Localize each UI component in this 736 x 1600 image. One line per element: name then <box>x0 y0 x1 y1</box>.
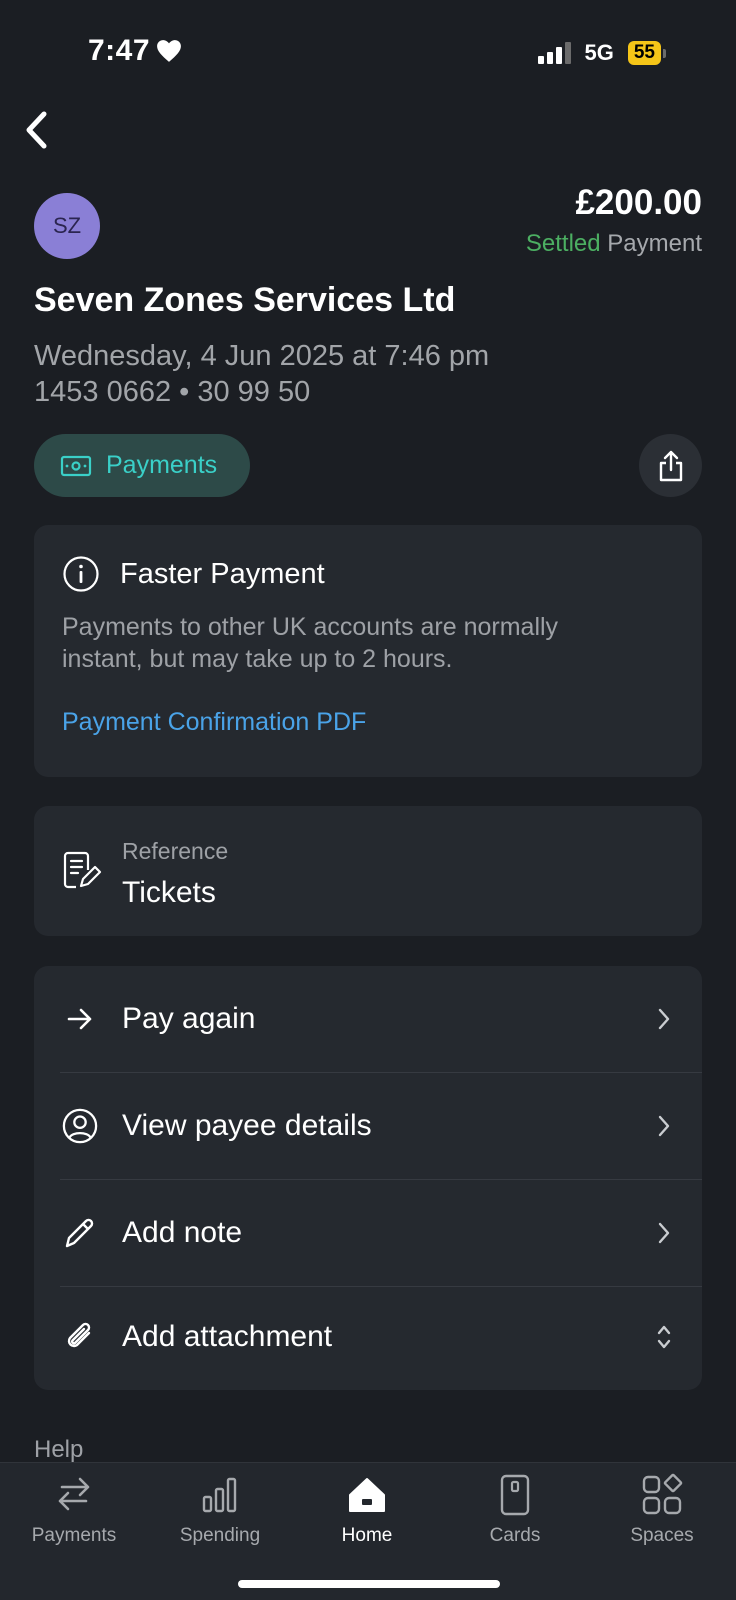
add-attachment-label: Add attachment <box>122 1320 333 1353</box>
share-icon <box>659 450 682 481</box>
category-chip[interactable]: Payments <box>34 434 250 497</box>
transaction-datetime: Wednesday, 4 Jun 2025 at 7:46 pm <box>34 340 490 372</box>
account-number: 1453 0662 • 30 99 50 <box>34 376 311 408</box>
status-indicators: 5G 55 <box>537 40 666 66</box>
tab-spaces-label: Spaces <box>630 1525 694 1546</box>
help-heading: Help <box>34 1436 84 1463</box>
merchant-name: Seven Zones Services Ltd <box>34 281 456 319</box>
tab-cards-label: Cards <box>489 1525 541 1546</box>
faster-payment-header: Faster Payment <box>62 555 325 593</box>
add-note-label: Add note <box>122 1216 243 1249</box>
view-payee-details-row[interactable]: View payee details <box>34 1073 702 1179</box>
actions-card: Pay again View payee details Add note Ad… <box>34 966 702 1390</box>
tab-spending[interactable]: Spending <box>150 1473 290 1547</box>
reference-card[interactable]: Reference Tickets <box>34 806 702 936</box>
chevron-up-down-icon <box>657 1325 671 1349</box>
battery-level: 55 <box>627 41 661 65</box>
payment-confirmation-link[interactable]: Payment Confirmation PDF <box>62 708 366 737</box>
note-edit-icon <box>63 851 102 889</box>
heart-icon <box>157 40 181 62</box>
transaction-status: Settled Payment <box>526 230 702 258</box>
info-icon <box>63 556 99 592</box>
arrow-right-icon <box>67 1008 92 1030</box>
reference-label: Reference <box>122 838 229 864</box>
faster-payment-description: Payments to other UK accounts are normal… <box>62 613 559 673</box>
paperclip-icon <box>67 1322 91 1348</box>
pay-again-row[interactable]: Pay again <box>34 966 702 1072</box>
tab-payments-label: Payments <box>31 1525 117 1546</box>
chevron-right-icon <box>658 1115 670 1137</box>
time-text: 7:47 <box>88 34 151 67</box>
status-time: 7:47 <box>88 34 182 68</box>
tab-home-label: Home <box>341 1525 393 1546</box>
back-button[interactable] <box>20 108 52 152</box>
settled-label: Settled <box>525 230 601 257</box>
home-indicator <box>238 1580 500 1588</box>
transaction-kind: Payment <box>607 230 702 257</box>
chevron-left-icon <box>26 111 47 149</box>
chevron-right-icon <box>658 1008 670 1030</box>
share-button[interactable] <box>639 434 702 497</box>
bar-chart-icon <box>202 1477 237 1513</box>
faster-payment-title: Faster Payment <box>120 557 325 590</box>
user-circle-icon <box>62 1108 98 1144</box>
category-label: Payments <box>106 451 218 479</box>
faster-payment-card: Faster Payment Payments to other UK acco… <box>34 525 702 777</box>
add-attachment-row[interactable]: Add attachment <box>34 1284 702 1390</box>
pencil-icon <box>65 1218 94 1248</box>
network-label: 5G <box>584 40 614 65</box>
view-payee-details-label: View payee details <box>122 1109 372 1142</box>
avatar: SZ <box>34 193 100 259</box>
chevron-right-icon <box>658 1222 670 1244</box>
add-note-row[interactable]: Add note <box>34 1180 702 1286</box>
tab-spaces[interactable]: Spaces <box>592 1473 732 1547</box>
signal-icon <box>537 42 571 64</box>
reference-value: Tickets <box>122 876 216 909</box>
tab-payments[interactable]: Payments <box>4 1473 144 1547</box>
transaction-amount: £200.00 <box>575 183 702 222</box>
home-icon <box>349 1478 385 1512</box>
battery-icon: 55 <box>627 41 666 65</box>
pay-again-label: Pay again <box>122 1002 256 1035</box>
banknote-icon <box>60 455 92 476</box>
tab-spending-label: Spending <box>179 1525 261 1546</box>
tab-cards[interactable]: Cards <box>445 1473 585 1547</box>
transfer-arrows-icon <box>58 1477 90 1511</box>
card-icon <box>500 1474 530 1516</box>
spaces-grid-icon <box>642 1473 683 1515</box>
tab-home[interactable]: Home <box>297 1473 437 1547</box>
